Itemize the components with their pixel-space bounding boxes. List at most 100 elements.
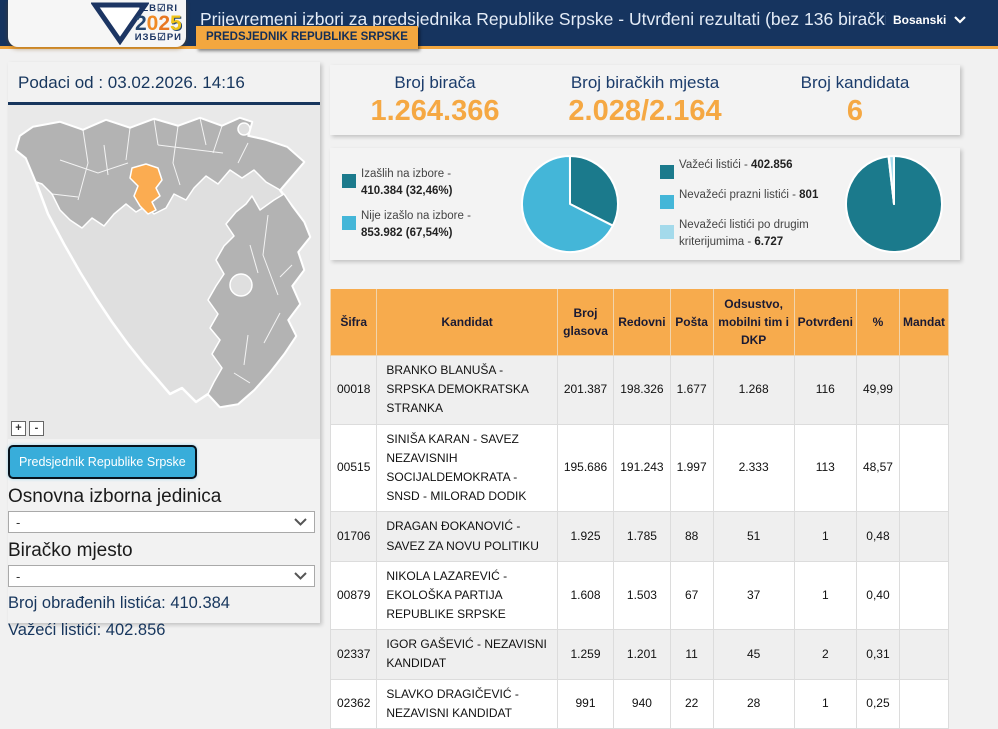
- table-row: 01706DRAGAN ĐOKANOVIĆ - SAVEZ ZA NOVU PO…: [331, 512, 949, 561]
- chevron-down-icon: [294, 572, 307, 580]
- map-container[interactable]: + -: [8, 105, 320, 439]
- table-cell: 01706: [331, 512, 377, 561]
- turnout-pie-legend: Izašlih na izbore - 410.384 (32,46%) Nije…: [342, 166, 484, 243]
- race-filter-button[interactable]: Predsjednik Republike Srpske: [8, 445, 197, 479]
- table-cell: DRAGAN ĐOKANOVIĆ - SAVEZ ZA NOVU POLITIK…: [377, 512, 557, 561]
- table-cell: 940: [614, 679, 670, 728]
- language-label: Bosanski: [893, 13, 946, 27]
- table-cell: NIKOLA LAZAREVIĆ - EKOLOŠKA PARTIJA REPU…: [377, 561, 557, 630]
- map-zoom-out-button[interactable]: -: [29, 421, 44, 436]
- table-cell: 2: [794, 630, 856, 679]
- legend-item: Nije izašlo na izbore - 853.982 (67,54%): [342, 208, 484, 243]
- logo-line-cyrillic: ИЗБ☑РИ: [135, 33, 182, 43]
- basic-electoral-unit-label: Osnovna izborna jedinica: [8, 486, 320, 508]
- column-header: Odsustvo, mobilni tim i DKP: [713, 289, 794, 356]
- table-cell: [899, 630, 948, 679]
- legend-label: Nije izašlo na izbore - 853.982 (67,54%): [361, 208, 484, 243]
- selected-value: -: [16, 515, 20, 530]
- column-header: Mandat: [899, 289, 948, 356]
- table-cell: 1: [794, 512, 856, 561]
- table-cell: 0,40: [856, 561, 899, 630]
- ballots-pie-chart: [842, 152, 946, 256]
- table-cell: 45: [713, 630, 794, 679]
- table-row: 02362SLAVKO DRAGIČEVIĆ - NEZAVISNI KANDI…: [331, 679, 949, 728]
- table-cell: 2.333: [713, 424, 794, 512]
- stat-candidates: Broj kandidata 6: [750, 73, 960, 128]
- stat-label: Broj biračkih mjesta: [540, 73, 750, 93]
- legend-swatch-icon: [660, 165, 674, 179]
- chevron-down-icon: [954, 16, 966, 24]
- main-content: Broj birača 1.264.366 Broj biračkih mjes…: [330, 65, 960, 729]
- stat-value: 2.028/2.164: [540, 95, 750, 128]
- basic-electoral-unit-select[interactable]: -: [8, 511, 315, 533]
- processed-ballots-text: Broj obrađenih listića: 410.384: [8, 593, 320, 614]
- pie-charts-panel: Izašlih na izbore - 410.384 (32,46%) Nije…: [330, 148, 960, 260]
- chevron-down-icon: [294, 518, 307, 526]
- table-cell: 48,57: [856, 424, 899, 512]
- table-cell: 88: [670, 512, 713, 561]
- table-cell: [899, 679, 948, 728]
- table-cell: 0,31: [856, 630, 899, 679]
- table-cell: 22: [670, 679, 713, 728]
- map-enclave-north[interactable]: [238, 123, 250, 135]
- stat-value: 1.264.366: [330, 95, 540, 128]
- table-cell: 02362: [331, 679, 377, 728]
- language-selector[interactable]: Bosanski: [893, 13, 966, 27]
- legend-item: Izašlih na izbore - 410.384 (32,46%): [342, 166, 484, 201]
- table-cell: 02337: [331, 630, 377, 679]
- table-row: 00515SINIŠA KARAN - SAVEZ NEZAVISNIH SOC…: [331, 424, 949, 512]
- table-cell: 991: [557, 679, 613, 728]
- table-cell: 11: [670, 630, 713, 679]
- bosnia-map[interactable]: [8, 105, 320, 439]
- tab-predsjednik-republike-srpske[interactable]: PREDSJEDNIK REPUBLIKE SRPSKE: [196, 26, 418, 49]
- table-cell: [899, 424, 948, 512]
- table-cell: [899, 512, 948, 561]
- table-cell: 37: [713, 561, 794, 630]
- stat-voters: Broj birača 1.264.366: [330, 73, 540, 128]
- table-cell: 1.201: [614, 630, 670, 679]
- data-as-of-label: Podaci od : 03.02.2026. 14:16: [8, 62, 320, 105]
- stat-value: 6: [750, 95, 960, 128]
- column-header: %: [856, 289, 899, 356]
- logo-year: 2025: [135, 13, 182, 34]
- left-panel: Podaci od : 03.02.2026. 14:16: [8, 62, 320, 623]
- results-table-body: 00018BRANKO BLANUŠA - SRPSKA DEMOKRATSKA…: [331, 356, 949, 729]
- results-table-head-row: ŠifraKandidatBroj glasovaRedovniPoštaOds…: [331, 289, 949, 356]
- column-header: Potvrđeni: [794, 289, 856, 356]
- table-cell: 201.387: [557, 356, 613, 425]
- results-table: ŠifraKandidatBroj glasovaRedovniPoštaOds…: [330, 289, 949, 729]
- legend-item: Važeći listići - 402.856: [660, 157, 828, 179]
- map-enclave[interactable]: [230, 274, 252, 296]
- legend-item: Nevažeći prazni listići - 801: [660, 187, 828, 209]
- table-cell: 00515: [331, 424, 377, 512]
- table-cell: 1.785: [614, 512, 670, 561]
- legend-label: Važeći listići - 402.856: [679, 157, 793, 174]
- map-zoom-in-button[interactable]: +: [11, 421, 26, 436]
- table-cell: 1.268: [713, 356, 794, 425]
- legend-label: Nevažeći prazni listići - 801: [679, 187, 818, 204]
- table-cell: 1.259: [557, 630, 613, 679]
- table-cell: 195.686: [557, 424, 613, 512]
- table-cell: 1.677: [670, 356, 713, 425]
- table-cell: 00018: [331, 356, 377, 425]
- column-header: Redovni: [614, 289, 670, 356]
- legend-label: Nevažeći listići po drugim kriterijumima…: [679, 217, 828, 252]
- column-header: Kandidat: [377, 289, 557, 356]
- legend-label: Izašlih na izbore - 410.384 (32,46%): [361, 166, 484, 201]
- map-zoom-controls: + -: [11, 421, 44, 436]
- table-cell: 1: [794, 561, 856, 630]
- table-cell: 116: [794, 356, 856, 425]
- table-cell: 1: [794, 679, 856, 728]
- ballots-pie-legend: Važeći listići - 402.856 Nevažeći prazni …: [660, 157, 828, 252]
- polling-station-select[interactable]: -: [8, 565, 315, 587]
- summary-stats-panel: Broj birača 1.264.366 Broj biračkih mjes…: [330, 65, 960, 135]
- column-header: Broj glasova: [557, 289, 613, 356]
- table-cell: 67: [670, 561, 713, 630]
- turnout-pie-chart: [518, 152, 622, 256]
- table-cell: 191.243: [614, 424, 670, 512]
- table-cell: IGOR GAŠEVIĆ - NEZAVISNI KANDIDAT: [377, 630, 557, 679]
- logo-art: IZB☑RI 2025 ИЗБ☑РИ: [91, 1, 182, 45]
- table-cell: 0,48: [856, 512, 899, 561]
- izbori-2025-logo[interactable]: IZB☑RI 2025 ИЗБ☑РИ: [8, 0, 186, 47]
- legend-item: Nevažeći listići po drugim kriterijumima…: [660, 217, 828, 252]
